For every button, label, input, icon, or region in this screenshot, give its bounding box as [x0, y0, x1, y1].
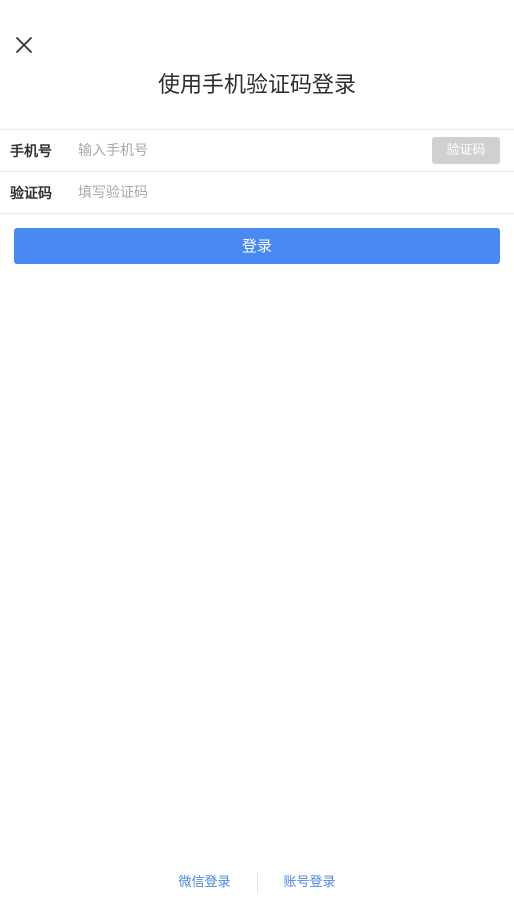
phone-row: 手机号 验证码 [0, 130, 514, 172]
login-form: 手机号 验证码 验证码 [0, 129, 514, 214]
page-title: 使用手机验证码登录 [157, 73, 356, 98]
close-button[interactable] [8, 29, 40, 61]
login-button[interactable]: 登录 [14, 228, 500, 264]
phone-label: 手机号 [10, 143, 52, 160]
wechat-login-link[interactable]: 微信登录 [178, 872, 230, 894]
account-login-link[interactable]: 账号登录 [284, 872, 336, 894]
code-label: 验证码 [10, 185, 52, 202]
close-icon [16, 37, 32, 53]
code-input[interactable] [78, 172, 514, 213]
get-code-button[interactable]: 验证码 [432, 137, 500, 164]
alt-login-footer: 微信登录 账号登录 [0, 872, 514, 894]
footer-divider [256, 873, 258, 893]
code-row: 验证码 [0, 172, 514, 214]
login-page: 使用手机验证码登录 手机号 验证码 验证码 登录 微信登录 账号登录 [0, 0, 514, 920]
